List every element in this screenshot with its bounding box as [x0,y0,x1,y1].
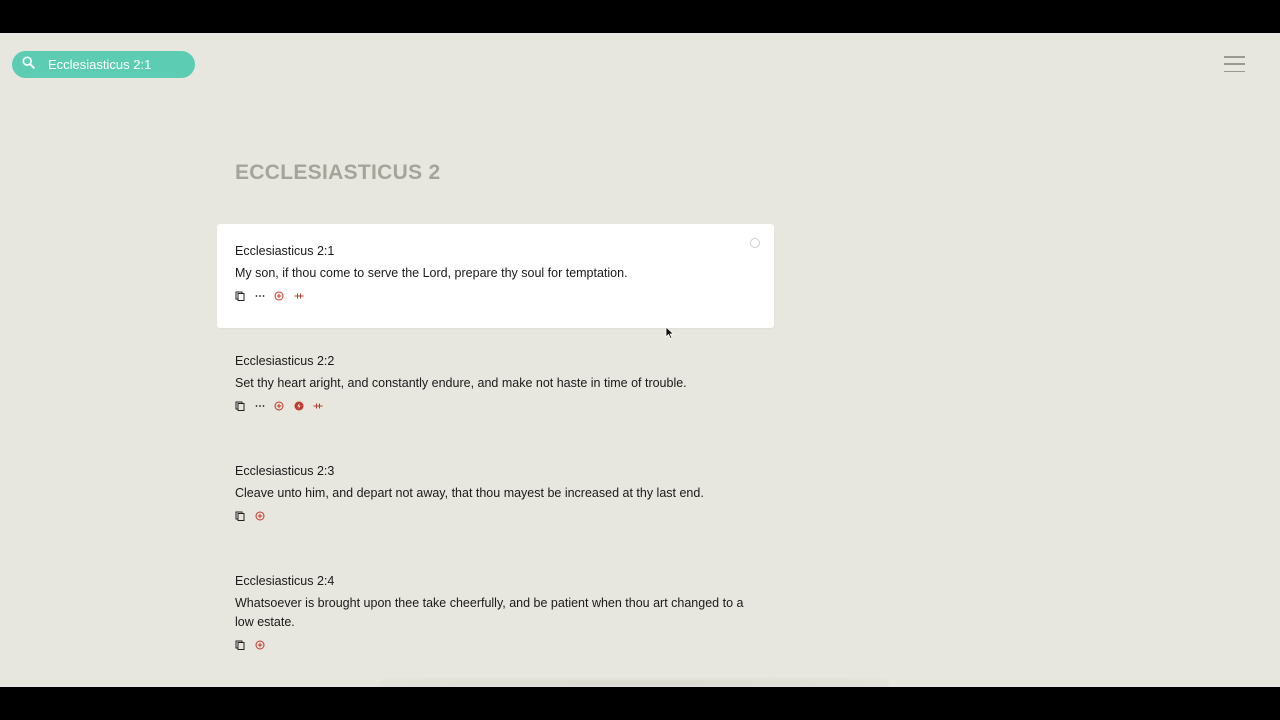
verse-actions [235,399,756,413]
mouse-cursor-icon [665,326,675,340]
copy-icon[interactable] [235,291,245,301]
verse-reference: Ecclesiasticus 2:2 [235,354,335,368]
search-input[interactable] [48,57,178,72]
verse-reference: Ecclesiasticus 2:4 [235,574,335,588]
verse-text: Cleave unto him, and depart not away, th… [235,486,704,500]
verse-reference: Ecclesiasticus 2:1 [235,244,335,258]
copy-icon[interactable] [235,511,245,521]
verse-card[interactable]: Ecclesiasticus 2:2 Set thy heart aright,… [217,334,774,413]
bottom-toolbar-shadow [380,677,890,687]
verse-reference: Ecclesiasticus 2:3 [235,464,335,478]
verse-text: My son, if thou come to serve the Lord, … [235,266,628,280]
cross-reference-icon[interactable] [274,401,284,411]
verse-actions [235,289,756,303]
menu-icon[interactable] [1224,56,1245,72]
select-radio[interactable] [750,238,760,248]
more-icon[interactable] [255,401,265,411]
compare-icon[interactable] [294,291,304,301]
page-title: ECCLESIASTICUS 2 [235,161,441,184]
verse-text: Whatsoever is brought upon thee take che… [235,596,744,629]
verse-text: Set thy heart aright, and constantly end… [235,376,687,390]
cross-reference-icon[interactable] [255,511,265,521]
cross-reference-icon[interactable] [274,291,284,301]
note-icon[interactable] [294,401,304,411]
verse-card[interactable]: Ecclesiasticus 2:3 Cleave unto him, and … [217,444,774,523]
app-window: ECCLESIASTICUS 2 Ecclesiasticus 2:1 My s… [0,33,1280,687]
verse-actions [235,638,756,652]
verse-card[interactable]: Ecclesiasticus 2:4 Whatsoever is brought… [217,554,774,652]
copy-icon[interactable] [235,640,245,650]
search-bar[interactable] [12,51,195,78]
verse-card-active[interactable]: Ecclesiasticus 2:1 My son, if thou come … [217,224,774,328]
search-icon [22,55,35,74]
copy-icon[interactable] [235,401,245,411]
more-icon[interactable] [255,291,265,301]
compare-icon[interactable] [313,401,323,411]
cross-reference-icon[interactable] [255,640,265,650]
verse-actions [235,509,756,523]
